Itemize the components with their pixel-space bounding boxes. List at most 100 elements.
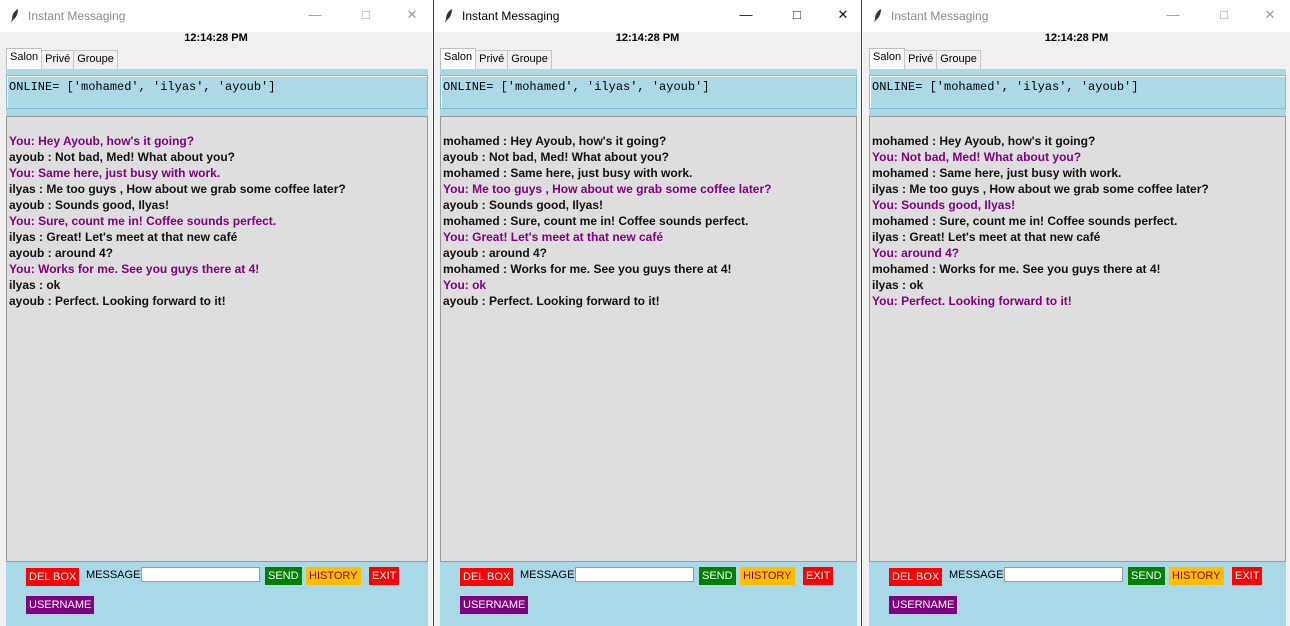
close-icon[interactable]: ✕ [1261, 6, 1279, 24]
tab-bar: Salon Privé Groupe [440, 48, 552, 69]
close-icon[interactable]: ✕ [403, 6, 421, 24]
exit-button[interactable]: EXIT [1232, 567, 1263, 585]
tab-salon[interactable]: Salon [869, 48, 906, 69]
tab-groupe[interactable]: Groupe [936, 50, 981, 69]
maximize-icon[interactable]: □ [788, 6, 806, 24]
message-input[interactable] [575, 567, 694, 582]
chat-message: You: Great! Let's meet at that new café [443, 230, 664, 244]
chat-history[interactable]: mohamed : Hey Ayoub, how's it going? You:… [869, 116, 1286, 562]
chat-message: You: Me too guys , How about we grab som… [443, 182, 772, 196]
chat-message: ilyas : ok [872, 278, 924, 292]
history-button[interactable]: HISTORY [740, 567, 795, 585]
window-title: Instant Messaging [28, 9, 126, 23]
send-button[interactable]: SEND [1128, 567, 1165, 585]
history-button[interactable]: HISTORY [306, 567, 361, 585]
message-label: MESSAGE : [520, 569, 581, 581]
send-button[interactable]: SEND [265, 567, 302, 585]
del-box-button[interactable]: DEL BOX [26, 568, 80, 586]
exit-button[interactable]: EXIT [369, 567, 400, 585]
username-button[interactable]: USERNAME [889, 596, 958, 614]
chat-message: mohamed : Hey Ayoub, how's it going? [443, 134, 667, 148]
chat-message: ayoub : Sounds good, Ilyas! [443, 198, 604, 212]
message-label: MESSAGE : [86, 569, 147, 581]
chat-window-3: Instant Messaging — □ ✕ 12:14:28 PM Salo… [863, 0, 1290, 626]
close-icon[interactable]: ✕ [834, 6, 852, 24]
online-users-box: ONLINE= ['mohamed', 'ilyas', 'ayoub'] [6, 75, 428, 109]
chat-message: ayoub : around 4? [443, 246, 548, 260]
salon-panel: ONLINE= ['mohamed', 'ilyas', 'ayoub'] mo… [440, 69, 857, 626]
control-bar: DEL BOX MESSAGE : SEND HISTORY EXIT USER… [440, 565, 857, 625]
chat-message: ilyas : Great! Let's meet at that new ca… [9, 230, 238, 244]
online-users-box: ONLINE= ['mohamed', 'ilyas', 'ayoub'] [869, 75, 1286, 109]
username-button[interactable]: USERNAME [460, 596, 529, 614]
feather-icon [874, 9, 881, 23]
chat-message: mohamed : Same here, just busy with work… [872, 166, 1122, 180]
chat-message: You: Same here, just busy with work. [9, 166, 221, 180]
title-bar[interactable]: Instant Messaging — □ ✕ [863, 0, 1290, 32]
window-title: Instant Messaging [891, 9, 989, 23]
tab-prive[interactable]: Privé [475, 50, 509, 69]
tab-bar: Salon Privé Groupe [6, 48, 118, 69]
title-bar[interactable]: Instant Messaging — □ ✕ [0, 0, 432, 32]
clock-label: 12:14:28 PM [615, 32, 680, 44]
chat-message: You: Hey Ayoub, how's it going? [9, 134, 195, 148]
chat-message: mohamed : Sure, count me in! Coffee soun… [443, 214, 749, 228]
chat-message: ilyas : Me too guys , How about we grab … [872, 182, 1209, 196]
chat-window-1: Instant Messaging — □ ✕ 12:14:28 PM Salo… [0, 0, 432, 626]
chat-message: You: Sounds good, Ilyas! [872, 198, 1016, 212]
chat-message: You: Perfect. Looking forward to it! [872, 294, 1072, 308]
tab-bar: Salon Privé Groupe [869, 48, 981, 69]
chat-message: ilyas : Great! Let's meet at that new ca… [872, 230, 1101, 244]
tab-salon[interactable]: Salon [440, 48, 477, 69]
message-input[interactable] [1004, 567, 1123, 582]
chat-message: You: Sure, count me in! Coffee sounds pe… [9, 214, 277, 228]
tab-prive[interactable]: Privé [904, 50, 938, 69]
chat-message: mohamed : Works for me. See you guys the… [872, 262, 1161, 276]
send-button[interactable]: SEND [699, 567, 736, 585]
feather-icon [445, 9, 452, 23]
history-button[interactable]: HISTORY [1169, 567, 1224, 585]
chat-message: You: around 4? [872, 246, 960, 260]
tab-prive[interactable]: Privé [41, 50, 75, 69]
tab-groupe[interactable]: Groupe [73, 50, 118, 69]
chat-message: ilyas : Me too guys , How about we grab … [9, 182, 346, 196]
online-users-box: ONLINE= ['mohamed', 'ilyas', 'ayoub'] [440, 75, 857, 109]
chat-message: You: ok [443, 278, 487, 292]
exit-button[interactable]: EXIT [803, 567, 834, 585]
clock-label: 12:14:28 PM [1044, 32, 1109, 44]
minimize-icon[interactable]: — [1164, 6, 1182, 24]
chat-message: mohamed : Works for me. See you guys the… [443, 262, 732, 276]
chat-message: mohamed : Sure, count me in! Coffee soun… [872, 214, 1178, 228]
salon-panel: ONLINE= ['mohamed', 'ilyas', 'ayoub'] Yo… [6, 69, 428, 626]
control-bar: DEL BOX MESSAGE : SEND HISTORY EXIT USER… [6, 565, 428, 625]
chat-message: ayoub : Perfect. Looking forward to it! [443, 294, 660, 308]
del-box-button[interactable]: DEL BOX [460, 568, 514, 586]
maximize-icon[interactable]: □ [357, 6, 375, 24]
control-bar: DEL BOX MESSAGE : SEND HISTORY EXIT USER… [869, 565, 1286, 625]
tab-salon[interactable]: Salon [6, 48, 43, 69]
chat-history[interactable]: mohamed : Hey Ayoub, how's it going? ayou… [440, 116, 857, 562]
chat-message: mohamed : Same here, just busy with work… [443, 166, 693, 180]
chat-message: ayoub : around 4? [9, 246, 114, 260]
chat-message: ayoub : Sounds good, Ilyas! [9, 198, 170, 212]
chat-message: You: Works for me. See you guys there at… [9, 262, 260, 276]
salon-panel: ONLINE= ['mohamed', 'ilyas', 'ayoub'] mo… [869, 69, 1286, 626]
title-bar[interactable]: Instant Messaging — □ ✕ [434, 0, 861, 32]
chat-message: ilyas : ok [9, 278, 61, 292]
minimize-icon[interactable]: — [306, 6, 324, 24]
feather-icon [11, 9, 18, 23]
del-box-button[interactable]: DEL BOX [889, 568, 943, 586]
clock-label: 12:14:28 PM [184, 32, 248, 44]
chat-history[interactable]: You: Hey Ayoub, how's it going? ayoub : N… [6, 116, 428, 562]
chat-message: mohamed : Hey Ayoub, how's it going? [872, 134, 1096, 148]
message-input[interactable] [141, 567, 260, 582]
chat-message: ayoub : Not bad, Med! What about you? [443, 150, 669, 164]
chat-message: ayoub : Perfect. Looking forward to it! [9, 294, 226, 308]
maximize-icon[interactable]: □ [1215, 6, 1233, 24]
chat-window-2: Instant Messaging — □ ✕ 12:14:28 PM Salo… [433, 0, 862, 626]
tab-groupe[interactable]: Groupe [507, 50, 552, 69]
message-label: MESSAGE : [949, 569, 1010, 581]
minimize-icon[interactable]: — [737, 6, 755, 24]
chat-message: ayoub : Not bad, Med! What about you? [9, 150, 235, 164]
username-button[interactable]: USERNAME [26, 596, 95, 614]
